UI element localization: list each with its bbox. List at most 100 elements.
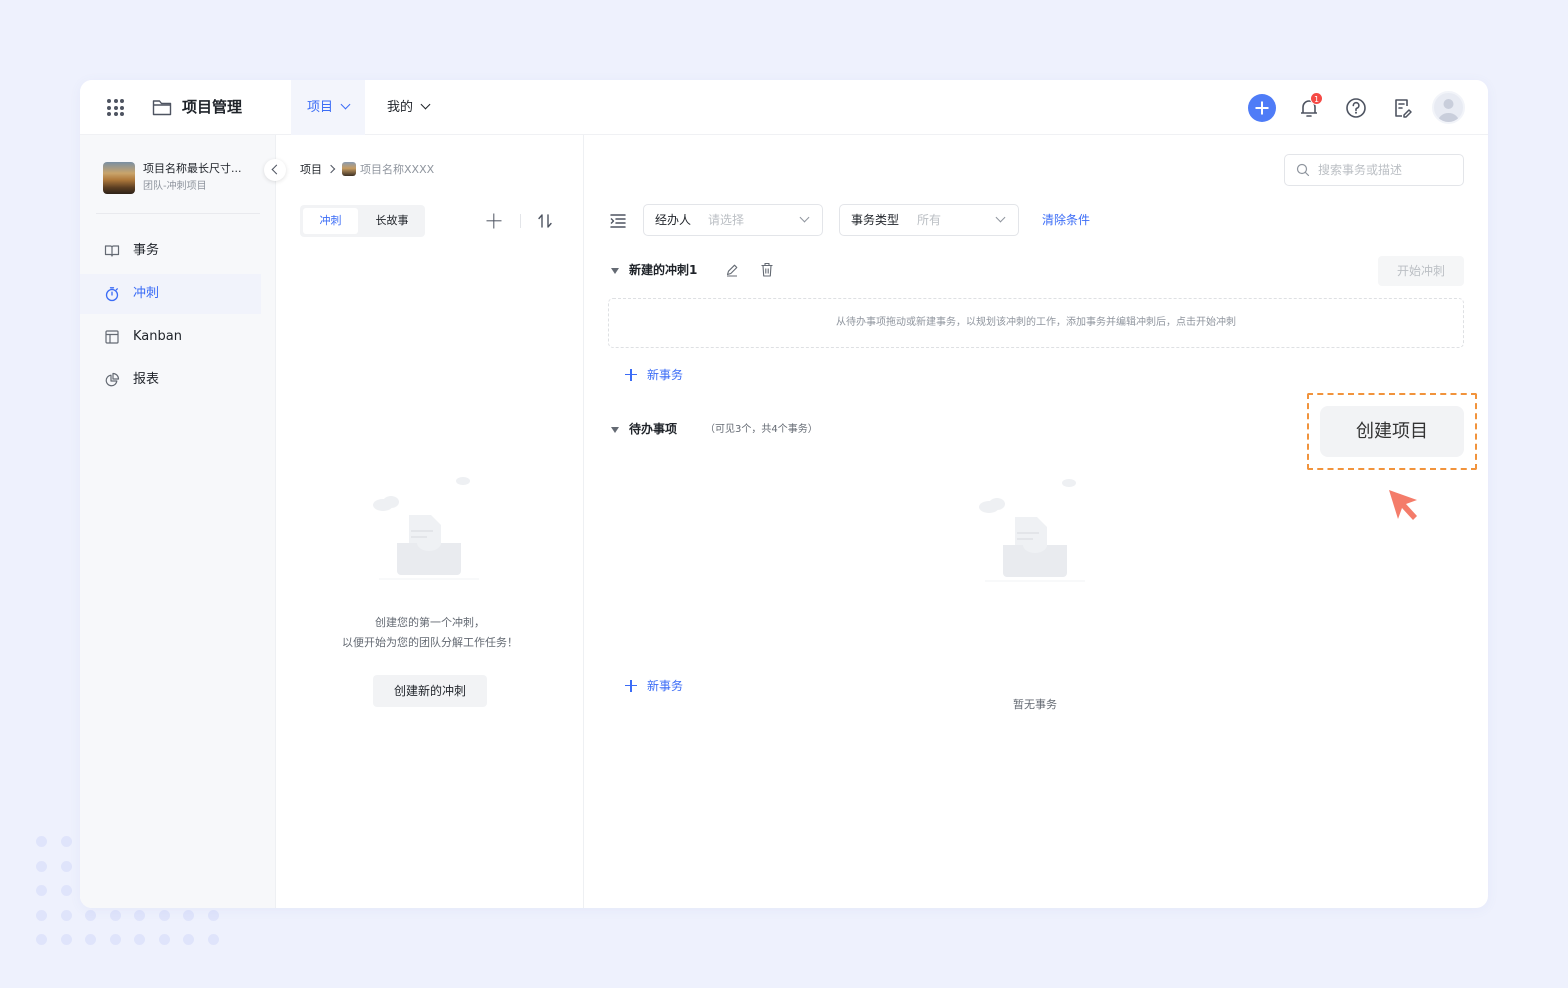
pie-chart-icon — [105, 372, 120, 387]
project-name[interactable]: 项目名称最长尺寸... — [143, 161, 242, 177]
decorative-dot — [60, 909, 72, 921]
sprint-panel: 项目 项目名称XXXX 冲刺 长故事 创建您的第一个冲刺， 以便开始为您的团队分解… — [276, 135, 584, 908]
timer-icon — [105, 287, 119, 302]
sprint-epic-toggle: 冲刺 长故事 — [300, 205, 425, 237]
app-title: 项目管理 — [182, 98, 243, 116]
empty-line-2: 以便开始为您的团队分解工作任务！ — [342, 636, 518, 649]
decorative-dot — [207, 909, 219, 921]
project-type: 团队-冲刺项目 — [143, 181, 207, 192]
sidebar-item-label: 事务 — [133, 243, 160, 258]
book-icon — [104, 245, 120, 257]
divider — [520, 214, 521, 228]
collapse-caret-icon[interactable] — [611, 268, 619, 274]
board-icon — [105, 330, 119, 344]
delete-icon[interactable] — [760, 262, 774, 278]
search-input[interactable] — [1318, 161, 1458, 179]
collapse-indent-icon[interactable] — [609, 213, 627, 229]
empty-inbox-illustration — [373, 477, 479, 580]
filter-label: 经办人 — [655, 213, 692, 227]
decorative-dot — [60, 885, 72, 896]
sidebar-item-label: Kanban — [133, 329, 182, 344]
folder-icon — [152, 100, 172, 116]
main-content: 经办人 请选择 事务类型 所有 清除条件 新建的冲刺1 开始冲刺 从待办事项拖动… — [585, 135, 1488, 908]
sidebar-item-sprint[interactable]: 冲刺 — [80, 274, 261, 314]
decorative-dot — [183, 934, 194, 945]
project-thumbnail-small — [342, 162, 356, 176]
backlog-count: （可见3个，共4个事务） — [705, 424, 818, 435]
chevron-down-icon — [995, 212, 1006, 223]
tab-epic[interactable]: 长故事 — [361, 208, 423, 234]
chevron-right-icon — [326, 164, 336, 174]
tab-sprint[interactable]: 冲刺 — [303, 208, 358, 234]
nav-tab-label: 项目 — [307, 100, 334, 115]
collapse-caret-icon[interactable] — [611, 427, 619, 433]
sidebar-item-reports[interactable]: 报表 — [80, 360, 261, 400]
assignee-filter[interactable]: 经办人 请选择 — [643, 204, 823, 236]
nav-tab-projects[interactable]: 项目 — [291, 80, 366, 135]
notes-icon[interactable] — [1388, 94, 1416, 122]
new-issue-button[interactable]: 新事务 — [625, 678, 683, 694]
create-project-button[interactable]: 创建项目 — [1320, 406, 1464, 457]
sidebar-item-label: 冲刺 — [133, 286, 160, 301]
breadcrumb: 项目 项目名称XXXX — [300, 162, 434, 178]
backlog-title: 待办事项 — [629, 422, 678, 436]
help-icon[interactable] — [1342, 94, 1370, 122]
create-sprint-button[interactable]: 创建新的冲刺 — [373, 675, 487, 707]
decorative-dot — [134, 934, 145, 945]
sprint-drop-zone[interactable]: 从待办事项拖动或新建事务，以规划该冲刺的工作，添加事务并编辑冲刺后，点击开始冲刺 — [608, 298, 1464, 348]
project-thumbnail — [103, 162, 135, 194]
chevron-down-icon — [340, 99, 351, 110]
decorative-dot — [36, 885, 47, 896]
start-sprint-button[interactable]: 开始冲刺 — [1378, 256, 1464, 286]
edit-icon[interactable] — [725, 263, 739, 277]
notification-badge: 1 — [1310, 92, 1323, 105]
create-plus-button[interactable] — [1248, 94, 1276, 122]
empty-inbox-illustration — [979, 479, 1085, 582]
search-icon — [1296, 163, 1310, 177]
clear-filters-link[interactable]: 清除条件 — [1042, 212, 1090, 228]
decorative-dot — [109, 934, 121, 945]
decorative-dot — [60, 860, 72, 872]
filter-value: 请选择 — [708, 213, 745, 227]
sidebar-collapse-button[interactable] — [264, 159, 286, 181]
app-grid-icon[interactable] — [107, 99, 124, 116]
user-silhouette-icon — [1438, 99, 1459, 122]
top-bar: 项目管理 项目 我的 1 — [80, 80, 1488, 135]
empty-sprint-message: 创建您的第一个冲刺， 以便开始为您的团队分解工作任务！ — [316, 613, 544, 653]
decorative-dot — [36, 836, 47, 847]
decorative-dot — [36, 909, 47, 921]
decorative-dot — [134, 909, 145, 921]
add-sprint-icon[interactable] — [485, 212, 503, 230]
decorative-dot — [158, 934, 170, 945]
decorative-dot — [36, 934, 47, 945]
breadcrumb-root[interactable]: 项目 — [300, 163, 322, 176]
sprint-title: 新建的冲刺1 — [629, 263, 698, 277]
decorative-dot — [60, 934, 72, 945]
empty-backlog-message: 暂无事务 — [1013, 698, 1057, 711]
decorative-dot — [183, 909, 194, 921]
filter-label: 事务类型 — [851, 213, 900, 227]
decorative-dot — [60, 836, 72, 847]
issue-type-filter[interactable]: 事务类型 所有 — [839, 204, 1019, 236]
sidebar-item-issues[interactable]: 事务 — [80, 231, 261, 271]
sidebar-item-kanban[interactable]: Kanban — [80, 317, 261, 357]
filter-value: 所有 — [917, 213, 942, 227]
empty-line-1: 创建您的第一个冲刺， — [375, 616, 485, 629]
user-avatar[interactable] — [1432, 91, 1465, 124]
search-box[interactable] — [1284, 154, 1464, 186]
nav-tab-mine[interactable]: 我的 — [371, 80, 445, 135]
new-issue-button[interactable]: 新事务 — [625, 367, 683, 383]
sidebar-item-label: 报表 — [133, 372, 160, 387]
sidebar-divider — [96, 213, 260, 214]
chevron-down-icon — [799, 212, 810, 223]
decorative-dot — [85, 909, 96, 921]
decorative-dot — [207, 934, 219, 945]
nav-tab-label: 我的 — [387, 100, 414, 115]
sort-icon[interactable] — [536, 212, 554, 230]
sidebar: 项目名称最长尺寸... 团队-冲刺项目 事务 冲刺 Kanban 报表 — [80, 135, 276, 908]
pointer-cursor-icon — [1389, 490, 1417, 520]
chevron-down-icon — [420, 99, 431, 110]
decorative-dot — [158, 909, 170, 921]
breadcrumb-project[interactable]: 项目名称XXXX — [360, 163, 434, 176]
new-issue-label: 新事务 — [647, 368, 684, 382]
